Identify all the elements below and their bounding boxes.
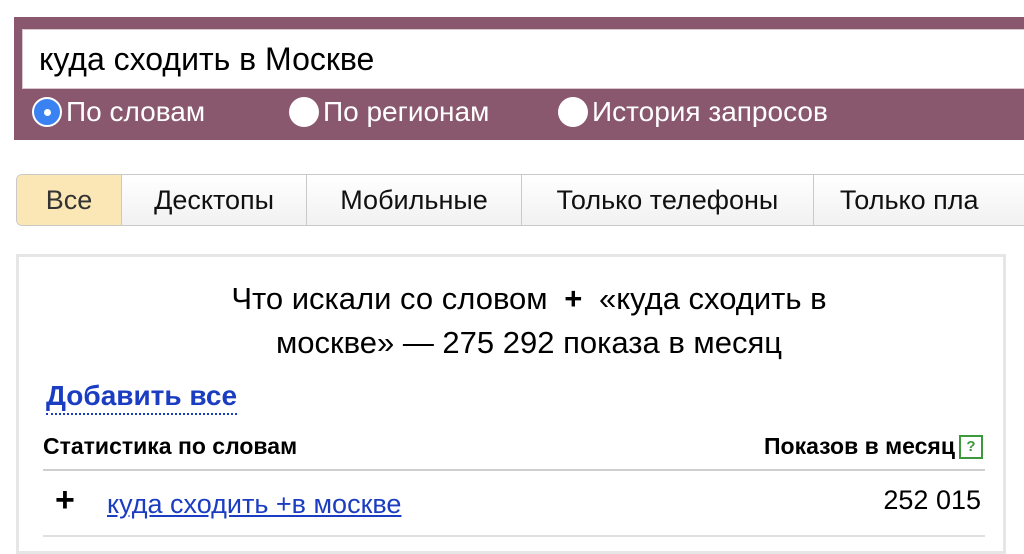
device-tabs: Все Десктопы Мобильные Только телефоны Т… (16, 174, 1024, 226)
mode-by-regions-label: По регионам (323, 96, 490, 127)
add-all-link[interactable]: Добавить все (46, 379, 238, 415)
results-card: Что искали со словом + «куда сходить в м… (16, 254, 1006, 554)
tab-mobile[interactable]: Мобильные (307, 175, 522, 225)
mode-history-label: История запросов (592, 96, 828, 127)
tab-desktops[interactable]: Десктопы (122, 175, 308, 225)
shows-per-month-label: Показов в месяц (764, 433, 955, 459)
stats-by-words-heading: Статистика по словам (43, 433, 298, 459)
phrase-count: 252 015 (883, 485, 981, 515)
radio-unchecked-icon (289, 97, 319, 127)
stats-header: Статистика по словам Показов в месяц ? (43, 429, 985, 471)
mode-by-words[interactable]: По словам (32, 95, 205, 129)
table-row: + куда сходить +в москве 252 015 (43, 475, 985, 537)
search-mode-group: По словам По регионам История запросов (32, 95, 1024, 129)
results-title-prefix: Что искали со словом (231, 281, 548, 316)
results-title: Что искали со словом + «куда сходить в м… (149, 277, 909, 365)
help-icon[interactable]: ? (959, 434, 983, 459)
add-phrase-plus-icon[interactable]: + (55, 483, 75, 517)
mode-history[interactable]: История запросов (558, 95, 828, 129)
phrase-link[interactable]: куда сходить +в москве (107, 489, 401, 520)
tab-tablets-only[interactable]: Только пла (814, 175, 1024, 225)
search-input[interactable] (22, 29, 1024, 89)
results-title-query: «куда сходить в (598, 281, 827, 316)
mode-by-regions[interactable]: По регионам (289, 95, 489, 129)
tab-all[interactable]: Все (17, 175, 122, 225)
radio-checked-icon (32, 97, 62, 127)
search-panel: По словам По регионам История запросов (14, 17, 1024, 140)
tab-phones-only[interactable]: Только телефоны (522, 175, 814, 225)
mode-by-words-label: По словам (66, 96, 206, 127)
plus-icon: + (564, 281, 583, 316)
shows-per-month-heading: Показов в месяц ? (764, 433, 983, 460)
results-title-count: москве» — 275 292 показа в месяц (275, 325, 783, 360)
radio-unchecked-icon (558, 97, 588, 127)
